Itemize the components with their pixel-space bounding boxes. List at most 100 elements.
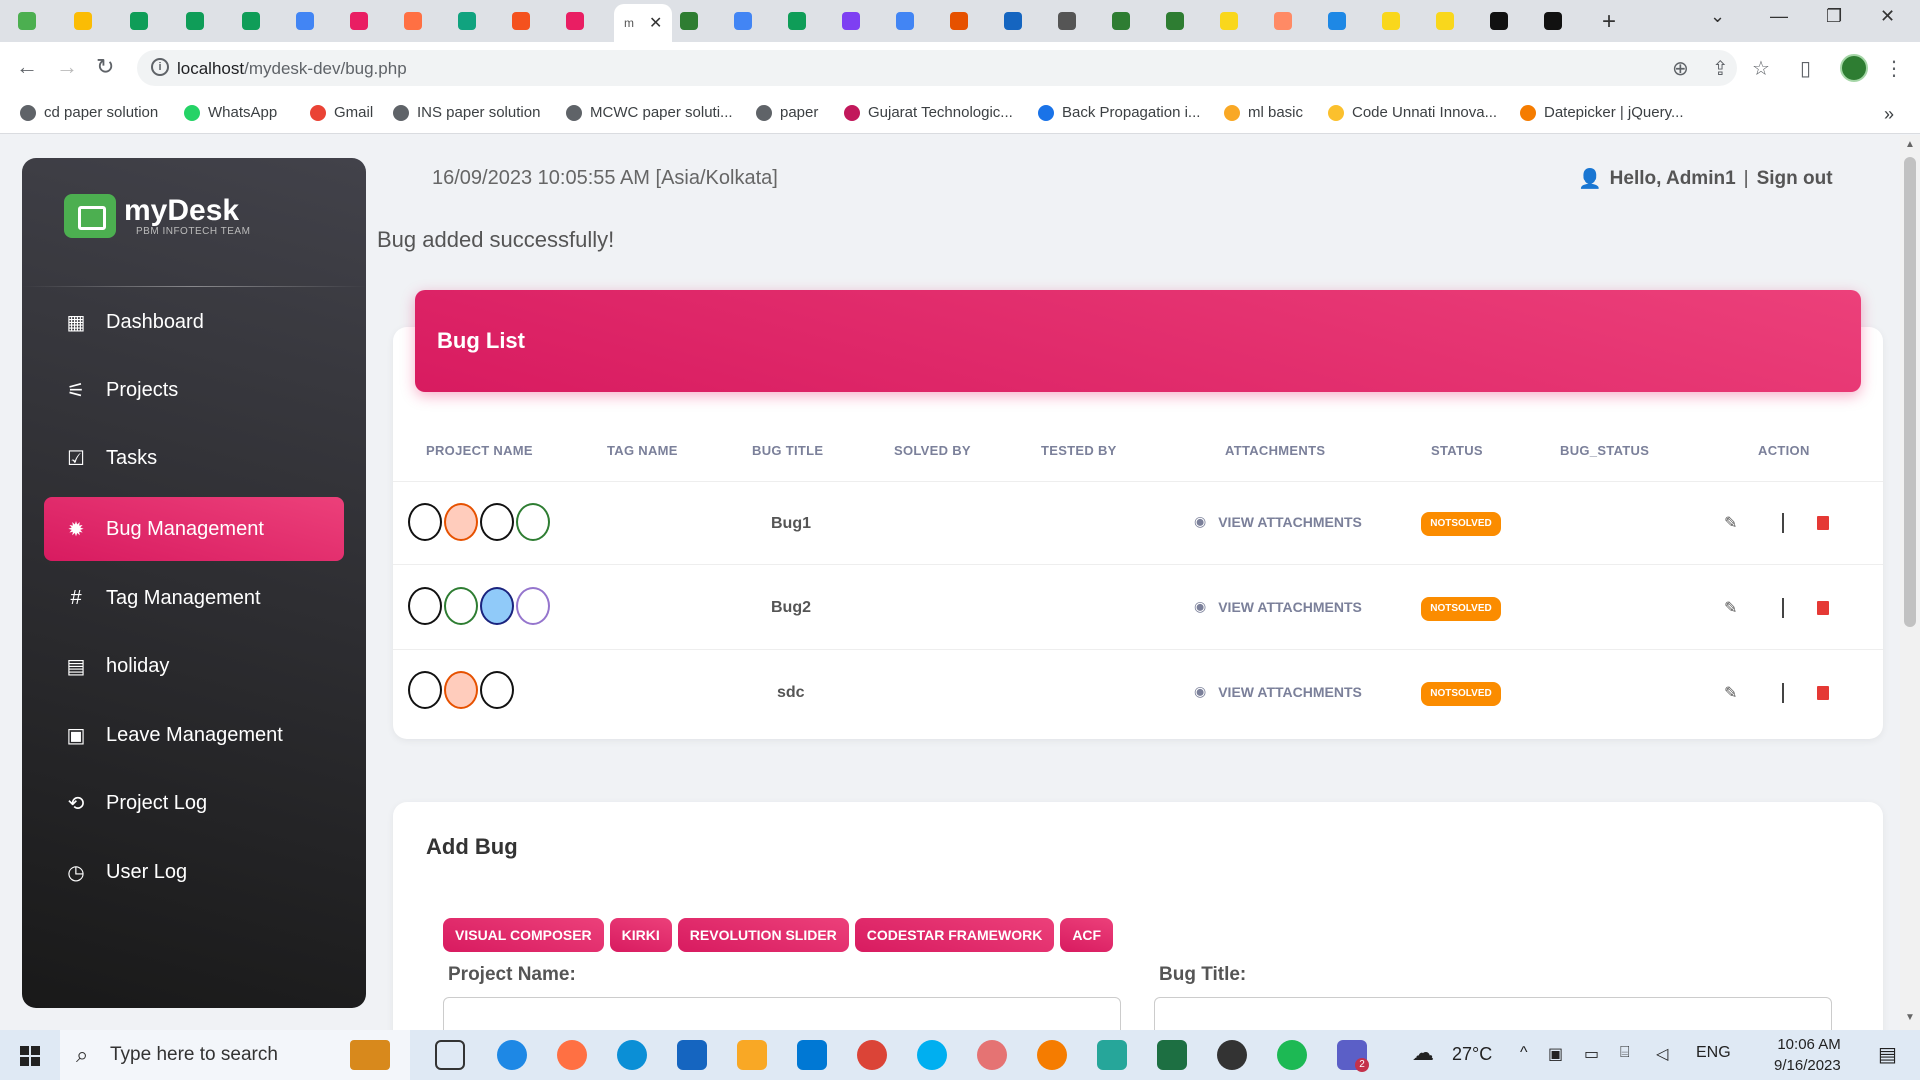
mail-icon[interactable] <box>677 1040 707 1070</box>
browser-tab[interactable] <box>950 8 968 34</box>
tag-chip[interactable]: CODESTAR FRAMEWORK <box>854 918 1055 952</box>
browser-tab[interactable] <box>896 8 914 34</box>
scroll-down-icon[interactable]: ▼ <box>1905 1012 1915 1023</box>
address-bar[interactable]: i localhost/mydesk-dev/bug.php <box>137 50 1737 86</box>
sidebar-item-leave-management[interactable]: ▣ Leave Management <box>44 703 344 767</box>
browser-tab[interactable] <box>1436 8 1454 34</box>
bug-title-input[interactable] <box>1154 997 1832 1030</box>
zoom-icon[interactable]: ⊕ <box>1672 56 1689 81</box>
browser-tab[interactable] <box>242 8 260 34</box>
browser-tab[interactable] <box>1004 8 1022 34</box>
bookmark-item[interactable]: Code Unnati Innova... <box>1328 104 1497 121</box>
sidebar-item-user-log[interactable]: ◷ User Log <box>44 840 344 904</box>
browser-tab[interactable] <box>680 8 698 34</box>
bookmarks-overflow-icon[interactable]: » <box>1884 104 1894 125</box>
sidebar-item-projects[interactable]: ⚟ Projects <box>44 358 344 422</box>
obs-icon[interactable] <box>1217 1040 1247 1070</box>
chrome-icon[interactable] <box>857 1040 887 1070</box>
edit-icon[interactable]: ✎ <box>1724 598 1737 618</box>
minimize-icon[interactable]: — <box>1770 6 1788 27</box>
bookmark-item[interactable]: MCWC paper soluti... <box>566 104 733 121</box>
brand[interactable]: myDesk PBM INFOTECH TEAM <box>64 194 250 238</box>
browser-tab[interactable] <box>1382 8 1400 34</box>
forward-icon[interactable]: → <box>56 54 78 80</box>
show-hidden-icons[interactable]: ^ <box>1520 1044 1528 1062</box>
weather-icon[interactable]: ☁ <box>1412 1040 1434 1066</box>
taskbar-search[interactable]: ⌕ Type here to search <box>60 1030 410 1080</box>
bookmark-item[interactable]: Datepicker | jQuery... <box>1520 104 1684 121</box>
maximize-icon[interactable]: ❐ <box>1826 6 1842 27</box>
teams-icon[interactable]: 2 <box>1337 1040 1369 1072</box>
project-name-input[interactable] <box>443 997 1121 1030</box>
firefox-icon[interactable] <box>557 1040 587 1070</box>
scrollbar-thumb[interactable] <box>1904 157 1916 627</box>
delete-icon[interactable] <box>1817 601 1829 615</box>
sidebar-item-project-log[interactable]: ⟲ Project Log <box>44 771 344 835</box>
bookmark-item[interactable]: ml basic <box>1224 104 1303 121</box>
tag-chip[interactable]: KIRKI <box>609 918 672 952</box>
sidebar-item-bug-management[interactable]: ✹ Bug Management <box>44 497 344 561</box>
app-icon[interactable] <box>1097 1040 1127 1070</box>
close-tab-icon[interactable]: ✕ <box>649 13 662 33</box>
browser-tab[interactable] <box>1544 8 1562 34</box>
weather-temp[interactable]: 27°C <box>1452 1044 1492 1065</box>
spotify-icon[interactable] <box>1277 1040 1307 1070</box>
browser-tab[interactable] <box>842 8 860 34</box>
bookmark-item[interactable]: WhatsApp <box>184 104 277 121</box>
internet-explorer-icon[interactable] <box>497 1040 527 1070</box>
back-icon[interactable]: ← <box>16 54 38 80</box>
snipping-tool-icon[interactable] <box>977 1040 1007 1070</box>
sidebar-item-tasks[interactable]: ☑ Tasks <box>44 426 344 490</box>
browser-tab[interactable] <box>74 8 92 34</box>
signout-link[interactable]: Sign out <box>1757 168 1833 190</box>
bookmark-star-icon[interactable]: ☆ <box>1752 56 1770 81</box>
delete-icon[interactable] <box>1817 686 1829 700</box>
language-indicator[interactable]: ENG <box>1696 1044 1731 1062</box>
bookmark-item[interactable]: INS paper solution <box>393 104 540 121</box>
site-info-icon[interactable]: i <box>151 58 169 76</box>
browser-tab[interactable] <box>1220 8 1238 34</box>
bookmark-item[interactable]: cd paper solution <box>20 104 158 121</box>
bookmark-item[interactable]: Gmail <box>310 104 373 121</box>
sidebar-item-tag-management[interactable]: # Tag Management <box>44 566 344 630</box>
scroll-up-icon[interactable]: ▲ <box>1905 139 1915 150</box>
reload-icon[interactable]: ↻ <box>96 54 114 80</box>
view-attachments-link[interactable]: ◉ VIEW ATTACHMENTS <box>1194 683 1362 700</box>
browser-tab[interactable] <box>458 8 476 34</box>
file-explorer-icon[interactable] <box>737 1040 767 1070</box>
tray-app-icon[interactable]: ▣ <box>1548 1044 1563 1064</box>
edit-icon[interactable]: ✎ <box>1724 513 1737 533</box>
share-icon[interactable]: ⇪ <box>1712 56 1729 81</box>
jupyter-icon[interactable] <box>1037 1040 1067 1070</box>
battery-icon[interactable]: ▭ <box>1584 1044 1599 1064</box>
browser-tab[interactable] <box>350 8 368 34</box>
bookmark-item[interactable]: Gujarat Technologic... <box>844 104 1013 121</box>
browser-tab[interactable] <box>1166 8 1184 34</box>
new-tab-icon[interactable]: + <box>1602 8 1616 36</box>
browser-tab[interactable] <box>1112 8 1130 34</box>
view-attachments-link[interactable]: ◉ VIEW ATTACHMENTS <box>1194 598 1362 615</box>
volume-icon[interactable]: ◁ <box>1656 1044 1668 1064</box>
tag-chip[interactable]: ACF <box>1060 918 1114 952</box>
bookmark-item[interactable]: paper <box>756 104 818 121</box>
browser-tab[interactable] <box>18 8 36 34</box>
excel-icon[interactable] <box>1157 1040 1187 1070</box>
browser-tab[interactable] <box>788 8 806 34</box>
sidebar-item-dashboard[interactable]: ▦ Dashboard <box>44 290 344 354</box>
bookmark-item[interactable]: Back Propagation i... <box>1038 104 1200 121</box>
browser-tab[interactable] <box>404 8 422 34</box>
windows-start-icon[interactable] <box>20 1046 40 1066</box>
menu-kebab-icon[interactable]: ⋮ <box>1884 56 1904 81</box>
side-panel-icon[interactable]: ▯ <box>1800 56 1811 81</box>
browser-tab[interactable] <box>296 8 314 34</box>
page-scrollbar[interactable]: ▲ ▼ <box>1900 135 1920 1030</box>
vscode-icon[interactable] <box>797 1040 827 1070</box>
browser-tab[interactable] <box>1328 8 1346 34</box>
browser-tab[interactable] <box>1490 8 1508 34</box>
browser-tab[interactable] <box>1058 8 1076 34</box>
tag-chip[interactable]: REVOLUTION SLIDER <box>677 918 849 952</box>
taskbar-clock[interactable]: 10:06 AM 9/16/2023 <box>1774 1034 1841 1076</box>
skype-icon[interactable] <box>917 1040 947 1070</box>
edit-icon[interactable]: ✎ <box>1724 683 1737 703</box>
tag-chip[interactable]: VISUAL COMPOSER <box>443 918 604 952</box>
